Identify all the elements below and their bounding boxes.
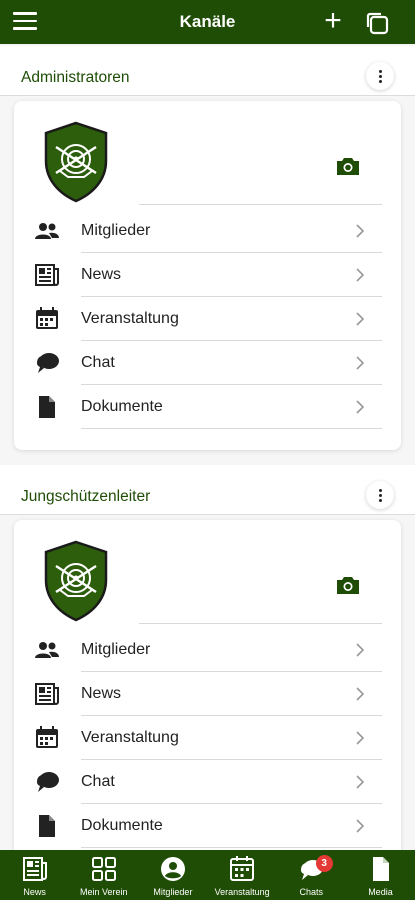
list-item-label: Dokumente [81,817,163,834]
more-options-icon[interactable] [366,62,394,90]
chevron-right-icon [354,729,366,747]
nav-tab-my-club[interactable]: Mein Verein [69,850,138,900]
chevron-right-icon [354,222,366,240]
camera-icon[interactable] [335,155,361,177]
list-item-chat[interactable]: Chat [14,341,401,385]
members-icon [34,638,60,662]
copy-icon[interactable] [364,10,390,36]
chat-icon [34,770,60,794]
bottom-navigation: News Mein Verein Mitglieder Veranstaltun… [0,850,415,900]
list-item-label: Mitglieder [81,641,151,658]
list-item-label: Mitglieder [81,222,151,239]
chat-icon [34,351,60,375]
user-circle-icon [159,856,187,882]
channel-header: Jungschützenleiter [0,465,415,515]
list-item-events[interactable]: Veranstaltung [14,297,401,341]
divider [139,623,382,624]
news-icon [21,856,49,882]
nav-tab-media[interactable]: Media [346,850,415,900]
channel-card: Mitglieder News Veranstaltung Chat Dokum… [14,101,401,450]
divider [81,428,382,429]
channel-name: Administratoren [21,69,130,86]
chevron-right-icon [354,266,366,284]
channel-card: Mitglieder News Veranstaltung Chat Dokum… [14,520,401,850]
plus-icon[interactable]: + [322,6,344,36]
camera-icon[interactable] [335,574,361,596]
club-logo [42,121,110,203]
chevron-right-icon [354,641,366,659]
list-item-news[interactable]: News [14,672,401,716]
list-item-members[interactable]: Mitglieder [14,628,401,672]
list-item-label: News [81,685,122,702]
list-item-label: Veranstaltung [81,310,179,327]
grid-icon [90,856,118,882]
channel-list[interactable]: Administratoren Mitglieder News Veransta… [0,44,415,850]
news-icon [34,263,60,287]
divider [139,204,382,205]
nav-tab-chats[interactable]: 3 Chats [277,850,346,900]
document-icon [34,814,60,838]
chevron-right-icon [354,817,366,835]
list-item-members[interactable]: Mitglieder [14,209,401,253]
list-item-documents[interactable]: Dokumente [14,385,401,429]
chevron-right-icon [354,685,366,703]
chevron-right-icon [354,773,366,791]
app-header: Kanäle + [0,0,415,44]
page-title: Kanäle [179,12,236,31]
nav-tab-label: Mein Verein [79,887,128,897]
list-item-label: Veranstaltung [81,729,179,746]
list-item-chat[interactable]: Chat [14,760,401,804]
nav-tab-label: Chats [299,887,324,897]
channel-header: Administratoren [0,46,415,96]
list-item-documents[interactable]: Dokumente [14,804,401,848]
club-logo [42,540,110,622]
calendar-icon [228,856,256,882]
calendar-icon [34,726,60,750]
nav-tab-label: News [23,887,46,897]
document-icon [366,856,394,882]
members-icon [34,219,60,243]
unread-badge: 3 [315,855,333,872]
list-item-label: Chat [81,773,115,790]
document-icon [34,395,60,419]
calendar-icon [34,307,60,331]
chevron-right-icon [354,398,366,416]
list-item-label: News [81,266,122,283]
nav-tab-events[interactable]: Veranstaltung [208,850,277,900]
list-item-label: Chat [81,354,115,371]
list-item-events[interactable]: Veranstaltung [14,716,401,760]
nav-tab-news[interactable]: News [0,850,69,900]
hamburger-menu-icon[interactable] [13,12,37,32]
divider [81,847,382,848]
chevron-right-icon [354,310,366,328]
nav-tab-label: Mitglieder [153,887,193,897]
list-item-news[interactable]: News [14,253,401,297]
news-icon [34,682,60,706]
nav-tab-label: Veranstaltung [214,887,270,897]
nav-tab-label: Media [368,887,393,897]
chevron-right-icon [354,354,366,372]
more-options-icon[interactable] [366,481,394,509]
channel-name: Jungschützenleiter [21,488,151,505]
list-item-label: Dokumente [81,398,163,415]
nav-tab-members[interactable]: Mitglieder [138,850,207,900]
